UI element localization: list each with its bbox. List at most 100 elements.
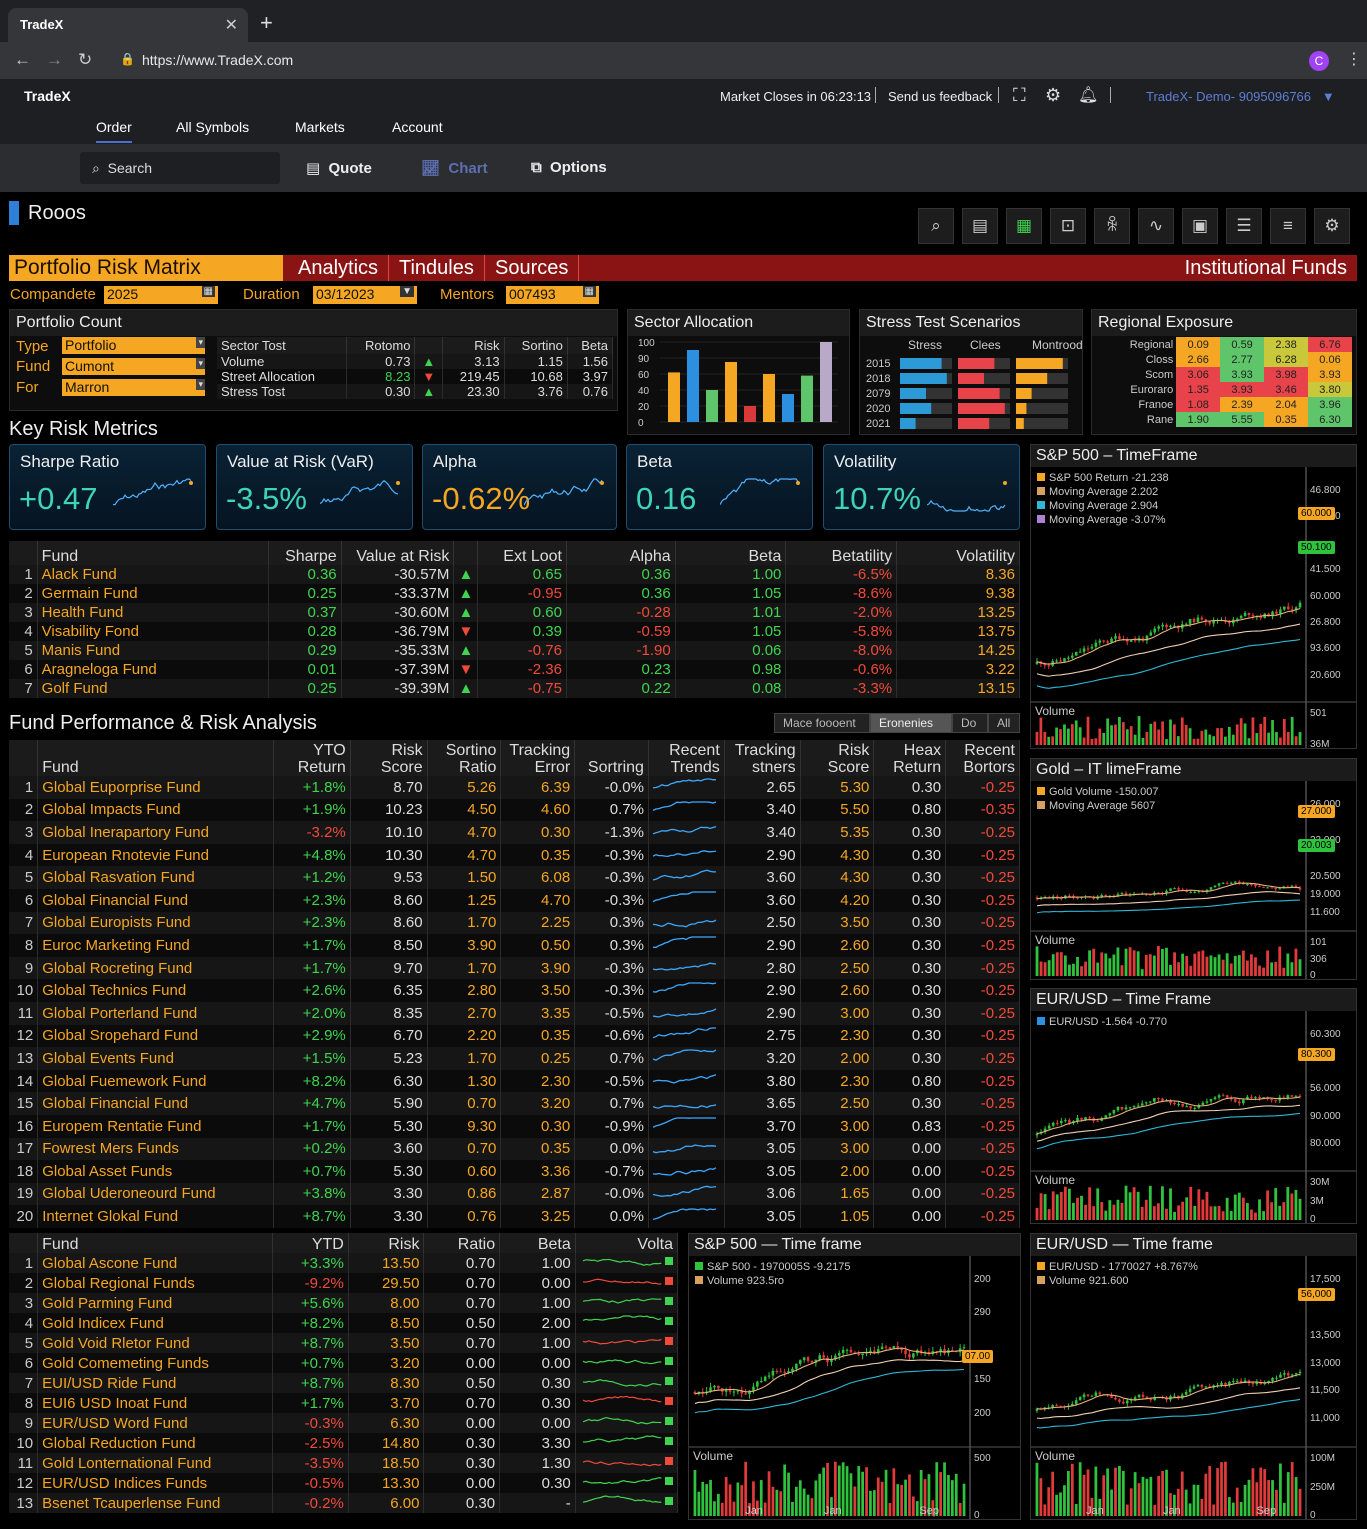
- kpi-card[interactable]: Volatility 10.7%: [823, 444, 1020, 530]
- list-icon[interactable]: ≡: [1270, 208, 1306, 244]
- bottom-header[interactable]: [9, 1233, 39, 1253]
- fund-header[interactable]: Betatility: [785, 541, 898, 565]
- pulse-icon[interactable]: ∿: [1138, 208, 1174, 244]
- fund-select[interactable]: Cumont ▾: [62, 358, 205, 375]
- table-row[interactable]: 19 Global Uderoneourd Fund +3.8% 3.30 0.86 2.…: [9, 1182, 1020, 1206]
- nav-all-symbols[interactable]: All Symbols: [176, 119, 249, 135]
- table-row[interactable]: 2 Global Regional Funds -9.2% 29.50 0.70 0.00: [9, 1273, 679, 1293]
- type-select[interactable]: Portfolio ▾: [62, 337, 205, 354]
- perf-header[interactable]: Sortring: [574, 740, 649, 776]
- table-row[interactable]: 7 EUI/USD Ride Fund +8.7% 8.30 0.50 0.30: [9, 1373, 679, 1393]
- table-row[interactable]: 20 Internet Glokal Fund +8.7% 3.30 0.76 3.25 0…: [9, 1205, 1020, 1228]
- nav-markets[interactable]: Markets: [295, 119, 345, 135]
- table-row[interactable]: 10 Global Technics Fund +2.6% 6.35 2.80 3.50-…: [9, 979, 1020, 1002]
- fund-header[interactable]: Beta: [675, 541, 787, 565]
- table-row[interactable]: 3 Global Inerapartory Fund -3.2% 10.10 4.70 0…: [9, 821, 1020, 844]
- fund-header[interactable]: Volatility: [896, 541, 1020, 565]
- table-row[interactable]: 4 European Rnotevie Fund +4.8% 10.30 4.70 0.3…: [9, 843, 1020, 867]
- table-row[interactable]: 5 Manis Fund 0.29 -35.33M ▲ -0.76 -1.90 0.06 -8.…: [9, 641, 1020, 660]
- perf-header[interactable]: [9, 740, 39, 776]
- fund-header[interactable]: Alpha: [566, 541, 676, 565]
- perf-header[interactable]: Recent Bortors: [945, 740, 1020, 776]
- bell-icon[interactable]: 🔔︎: [1078, 85, 1098, 105]
- table-row[interactable]: 9 EUR/USD Word Fund -0.3% 6.30 0.00 0.00: [9, 1413, 679, 1433]
- bottom-header[interactable]: YTD: [272, 1233, 349, 1253]
- table-row[interactable]: 4 Visability Fond 0.28 -36.79M ▼ 0.39 -0.59 1.0…: [9, 622, 1020, 641]
- bottom-header[interactable]: Ratio: [423, 1233, 501, 1253]
- url-field[interactable]: https://www.TradeX.com: [142, 52, 293, 68]
- table-row[interactable]: 13 Global Events Fund +1.5% 5.23 1.70 0.25 0.7…: [9, 1047, 1020, 1070]
- perf-header[interactable]: Heax Return: [873, 740, 947, 776]
- table-row[interactable]: 15 Global Financial Fund +4.7% 5.90 0.70 3.20…: [9, 1092, 1020, 1115]
- segment-filter[interactable]: Do: [952, 713, 988, 733]
- table-row[interactable]: 14 Global Fuemework Fund +8.2% 6.30 1.30 2.30…: [9, 1069, 1020, 1093]
- fund-header[interactable]: Ext Loot: [477, 541, 567, 565]
- table-row[interactable]: 6 Aragneloga Fund 0.01 -37.39M ▼ -2.36 0.23 0.9…: [9, 660, 1020, 679]
- table-row[interactable]: 7 Global Europists Fund +2.3% 8.60 1.70 2.25 0…: [9, 911, 1020, 935]
- kpi-card[interactable]: Sharpe Ratio +0.47: [9, 444, 206, 530]
- fund-header[interactable]: Sharpe: [268, 541, 342, 565]
- table-row[interactable]: 1 Global Euporprise Fund +1.8% 8.70 5.26 6.39…: [9, 776, 1020, 799]
- quote-button[interactable]: ▤ Quote: [306, 159, 372, 177]
- nav-order[interactable]: Order: [96, 119, 132, 143]
- perf-header[interactable]: Fund: [37, 740, 274, 776]
- table-row[interactable]: 5 Global Rasvation Fund +1.2% 9.53 1.50 6.08-…: [9, 866, 1020, 889]
- table-row[interactable]: 2 Global Impacts Fund +1.9% 10.23 4.50 4.60 0.…: [9, 798, 1020, 822]
- table-row[interactable]: 18 Global Asset Funds +0.7% 5.30 0.60 3.36 -0.…: [9, 1160, 1020, 1183]
- settings-icon[interactable]: ⚙: [1314, 208, 1350, 244]
- perf-header[interactable]: Sortino Ratio: [427, 740, 502, 776]
- table-row[interactable]: 11 Global Porterland Fund +2.0% 8.35 2.70 3.3…: [9, 1001, 1020, 1025]
- menu-icon[interactable]: ⋮: [1346, 49, 1362, 69]
- table-row[interactable]: 8 Euroc Marketing Fund +1.7% 8.50 3.90 0.50 0.…: [9, 934, 1020, 957]
- table-row[interactable]: 8 EUI6 USD Inoat Fund +1.7% 3.70 0.70 0.30: [9, 1393, 679, 1413]
- document-icon[interactable]: ▤: [962, 208, 998, 244]
- perf-header[interactable]: Tracking Error: [500, 740, 576, 776]
- table-row[interactable]: 3 Gold Parming Fund +5.6% 8.00 0.70 1.00: [9, 1293, 679, 1313]
- perf-header[interactable]: YTO Return: [273, 740, 351, 776]
- table-row[interactable]: 7 Golf Fund 0.25 -39.39M ▲ -0.75 0.22 0.08 -3.3%…: [9, 679, 1020, 698]
- account-selector[interactable]: TradeX- Demo- 9095096766 ▼: [1146, 89, 1335, 104]
- fund-header[interactable]: Value at Risk: [341, 541, 455, 565]
- table-row[interactable]: 16 Europem Rentatie Fund +1.7% 5.30 9.30 0.30…: [9, 1114, 1020, 1138]
- for-select[interactable]: Marron ▾: [62, 379, 205, 396]
- close-icon[interactable]: ✕: [225, 15, 238, 35]
- chart-button[interactable]: 📈︎ Chart: [421, 159, 488, 177]
- table-row[interactable]: 13 Bsenet Tcauperlense Fund -0.2% 6.00 0.30-: [9, 1493, 679, 1513]
- bottom-header[interactable]: Volta: [575, 1233, 679, 1253]
- table-row[interactable]: 6 Global Financial Fund +2.3% 8.60 1.25 4.70-…: [9, 888, 1020, 912]
- calendar-icon[interactable]: ▣: [1182, 208, 1218, 244]
- fund-header[interactable]: [453, 541, 479, 565]
- kpi-card[interactable]: Beta 0.16: [626, 444, 813, 530]
- line-chart-icon[interactable]: ⊡: [1050, 208, 1086, 244]
- gear-icon[interactable]: ⚙: [1045, 85, 1061, 106]
- browser-tab[interactable]: TradeX ✕: [8, 8, 248, 42]
- compandete-select[interactable]: 2025 ▦: [104, 286, 218, 304]
- tab-analytics[interactable]: Analytics: [288, 255, 390, 281]
- nav-account[interactable]: Account: [392, 119, 443, 135]
- new-tab-icon[interactable]: +: [260, 10, 273, 36]
- table-row[interactable]: 12 EUR/USD Indices Funds -0.5% 13.30 0.00 0.3…: [9, 1473, 679, 1493]
- back-icon[interactable]: ←: [14, 50, 31, 70]
- kpi-card[interactable]: Alpha -0.62%: [422, 444, 617, 530]
- feedback-link[interactable]: Send us feedback: [888, 89, 992, 104]
- bottom-header[interactable]: Fund: [37, 1233, 274, 1253]
- segment-filter[interactable]: All: [988, 713, 1020, 733]
- tab-portfolio-risk-matrix[interactable]: Portfolio Risk Matrix: [9, 255, 283, 281]
- tab-sources[interactable]: Sources: [485, 255, 580, 281]
- options-button[interactable]: ⧉ Options: [531, 159, 607, 176]
- bottom-header[interactable]: Risk: [348, 1233, 425, 1253]
- mentors-select[interactable]: 007493 ▦: [506, 286, 599, 304]
- table-row[interactable]: 6 Gold Comemeting Funds +0.7% 3.20 0.00 0.00: [9, 1353, 679, 1373]
- forward-icon[interactable]: →: [46, 50, 63, 70]
- table-row[interactable]: 12 Global Sropehard Fund +2.9% 6.70 2.20 0.35…: [9, 1024, 1020, 1048]
- report-icon[interactable]: ☰: [1226, 208, 1262, 244]
- table-row[interactable]: 2 Germain Fund 0.25 -33.37M ▲ -0.95 0.36 1.05 -8…: [9, 584, 1020, 603]
- fund-header[interactable]: [9, 541, 38, 565]
- table-row[interactable]: 9 Global Rocreting Fund +1.7% 9.70 1.70 3.90-…: [9, 956, 1020, 980]
- table-row[interactable]: 17 Fowrest Mers Funds +0.2% 3.60 0.70 0.35 0.0…: [9, 1137, 1020, 1161]
- users-icon[interactable]: ꆜ: [1094, 208, 1130, 244]
- table-row[interactable]: 11 Gold Lonternational Fund -3.5% 18.50 0.30…: [9, 1453, 679, 1473]
- avatar[interactable]: C: [1309, 51, 1329, 71]
- table-icon[interactable]: ▦: [1006, 208, 1042, 244]
- table-row[interactable]: 5 Gold Void Rletor Fund +8.7% 3.50 0.70 1.00: [9, 1333, 679, 1353]
